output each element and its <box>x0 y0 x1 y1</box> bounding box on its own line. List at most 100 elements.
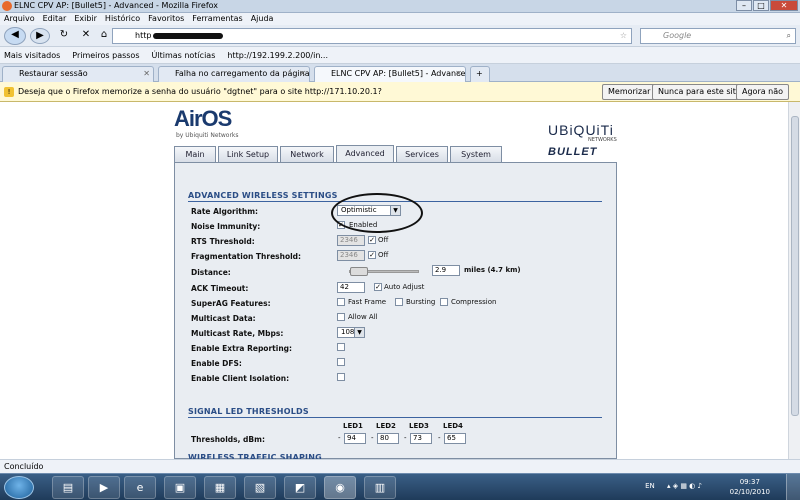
stop-icon[interactable]: ✕ <box>76 28 96 44</box>
tab-main[interactable]: Main <box>174 146 216 162</box>
close-icon[interactable]: ✕ <box>770 0 798 11</box>
app-icon[interactable]: ▦ <box>204 476 236 499</box>
fast-frame-checkbox[interactable] <box>337 298 345 306</box>
web-content: AirOS by Ubiquiti Networks UBiQUiTi NETW… <box>0 102 800 460</box>
bursting-checkbox[interactable] <box>395 298 403 306</box>
search-placeholder: Google <box>663 31 692 40</box>
status-text: Concluído <box>4 462 44 471</box>
explorer-icon[interactable]: ▤ <box>52 476 84 499</box>
distance-slider-knob[interactable] <box>350 267 368 276</box>
tray-icons[interactable]: ▴ ◈ ▦ ◐ ♪ <box>667 482 702 490</box>
memorize-button[interactable]: Memorizar <box>602 84 657 100</box>
menu-favoritos[interactable]: Favoritos <box>148 13 184 25</box>
extra-reporting-checkbox[interactable] <box>337 343 345 351</box>
menu-exibir[interactable]: Exibir <box>74 13 97 25</box>
tab-link-setup[interactable]: Link Setup <box>218 146 278 162</box>
close-tab-icon[interactable]: ✕ <box>455 67 462 81</box>
search-input[interactable]: Google ⌕ <box>640 28 796 44</box>
multicast-rate-select[interactable]: 108 ▼ <box>337 327 365 338</box>
multicast-data-label: Multicast Data: <box>191 314 256 323</box>
presentation-icon[interactable]: ▧ <box>244 476 276 499</box>
ack-auto-label: Auto Adjust <box>384 283 425 291</box>
media-icon[interactable]: ▶ <box>88 476 120 499</box>
navigation-toolbar: ◀ ▶ ↻ ✕ ⌂ http ☆ Google ⌕ <box>0 25 800 47</box>
client-isolation-checkbox[interactable] <box>337 373 345 381</box>
url-bar[interactable]: http ☆ <box>112 28 632 44</box>
back-icon[interactable]: ◀ <box>4 27 26 45</box>
menu-arquivo[interactable]: Arquivo <box>4 13 35 25</box>
ack-input[interactable]: 42 <box>337 282 365 293</box>
ie-icon[interactable]: e <box>124 476 156 499</box>
led3-input[interactable]: 73 <box>410 433 432 444</box>
forward-icon[interactable]: ▶ <box>30 28 50 44</box>
noise-immunity-checkbox[interactable]: ✓ <box>337 221 345 229</box>
tab-advanced-page[interactable]: Advanced <box>336 145 394 162</box>
scrollbar-thumb[interactable] <box>791 116 799 416</box>
tab-services[interactable]: Services <box>396 146 448 162</box>
led1-input[interactable]: 94 <box>344 433 366 444</box>
bookmark-ip[interactable]: http://192.199.2.200/in... <box>227 51 328 60</box>
monitor-icon[interactable]: ◩ <box>284 476 316 499</box>
not-now-button[interactable]: Agora não <box>736 84 790 100</box>
led2-input[interactable]: 80 <box>377 433 399 444</box>
rts-off-checkbox[interactable]: ✓ <box>368 236 376 244</box>
section-led-thresholds: SIGNAL LED THRESHOLDS <box>188 407 309 416</box>
allow-all-checkbox[interactable] <box>337 313 345 321</box>
firefox-taskbar-icon[interactable]: ◉ <box>324 476 356 499</box>
minimize-icon[interactable]: – <box>736 0 752 11</box>
bookmark-mais-visitados[interactable]: Mais visitados <box>4 51 60 60</box>
start-button[interactable] <box>4 476 34 499</box>
compression-checkbox[interactable] <box>440 298 448 306</box>
distance-slider[interactable] <box>349 267 419 276</box>
show-desktop-button[interactable] <box>786 474 800 501</box>
never-button[interactable]: Nunca para este site <box>652 84 747 100</box>
airos-tagline: by Ubiquiti Networks <box>176 132 239 139</box>
clock[interactable]: 09:37 02/10/2010 <box>730 477 770 497</box>
frag-off-checkbox[interactable]: ✓ <box>368 251 376 259</box>
tab-restaurar[interactable]: Restaurar sessão ✕ <box>2 66 154 82</box>
dfs-label: Enable DFS: <box>191 359 242 368</box>
minus-sign: - <box>438 434 441 442</box>
dfs-checkbox[interactable] <box>337 358 345 366</box>
close-tab-icon[interactable]: ✕ <box>299 67 306 81</box>
minus-sign: - <box>404 434 407 442</box>
tab-network[interactable]: Network <box>280 146 334 162</box>
rts-label: RTS Threshold: <box>191 237 255 246</box>
reload-icon[interactable]: ↻ <box>54 28 74 44</box>
tab-falha[interactable]: Falha no carregamento da página ✕ <box>158 66 310 82</box>
maximize-icon[interactable]: □ <box>753 0 769 11</box>
distance-input[interactable]: 2.9 <box>432 265 460 276</box>
multicast-rate-value: 108 <box>341 328 355 336</box>
bookmark-primeiros-passos[interactable]: Primeiros passos <box>72 51 139 60</box>
client-isolation-label: Enable Client Isolation: <box>191 374 290 383</box>
led4-input[interactable]: 65 <box>444 433 466 444</box>
section-advanced-wireless: ADVANCED WIRELESS SETTINGS <box>188 191 338 200</box>
bookmark-star-icon[interactable]: ☆ <box>620 29 627 43</box>
settings-panel: ADVANCED WIRELESS SETTINGS Rate Algorith… <box>174 162 617 460</box>
frag-input[interactable]: 2346 <box>337 250 365 261</box>
tab-label: Falha no carregamento da página <box>175 69 310 78</box>
close-tab-icon[interactable]: ✕ <box>143 67 150 81</box>
rate-algorithm-select[interactable]: Optimistic ▼ <box>337 205 401 216</box>
redacted-url <box>153 32 224 39</box>
menu-editar[interactable]: Editar <box>43 13 67 25</box>
vertical-scrollbar[interactable] <box>788 102 800 459</box>
language-indicator[interactable]: EN <box>645 482 655 490</box>
menu-ajuda[interactable]: Ajuda <box>251 13 274 25</box>
new-tab-icon[interactable]: + <box>470 66 490 82</box>
menu-historico[interactable]: Histórico <box>105 13 140 25</box>
window-titlebar: ELNC CPV AP: [Bullet5] - Advanced - Mozi… <box>0 0 800 13</box>
bursting-label: Bursting <box>406 298 436 306</box>
menu-ferramentas[interactable]: Ferramentas <box>192 13 242 25</box>
bookmark-ultimas-noticias[interactable]: Últimas notícias <box>152 51 216 60</box>
tab-system[interactable]: System <box>450 146 502 162</box>
folder-icon[interactable]: ▣ <box>164 476 196 499</box>
tab-advanced[interactable]: ELNC CPV AP: [Bullet5] - Advanced ✕ <box>314 66 466 82</box>
home-icon[interactable]: ⌂ <box>94 28 114 44</box>
ack-auto-checkbox[interactable]: ✓ <box>374 283 382 291</box>
tab-label: ELNC CPV AP: [Bullet5] - Advanced <box>331 69 466 78</box>
section-divider <box>188 417 602 418</box>
search-icon[interactable]: ⌕ <box>787 29 791 43</box>
network-tool-icon[interactable]: ▥ <box>364 476 396 499</box>
rts-input[interactable]: 2346 <box>337 235 365 246</box>
